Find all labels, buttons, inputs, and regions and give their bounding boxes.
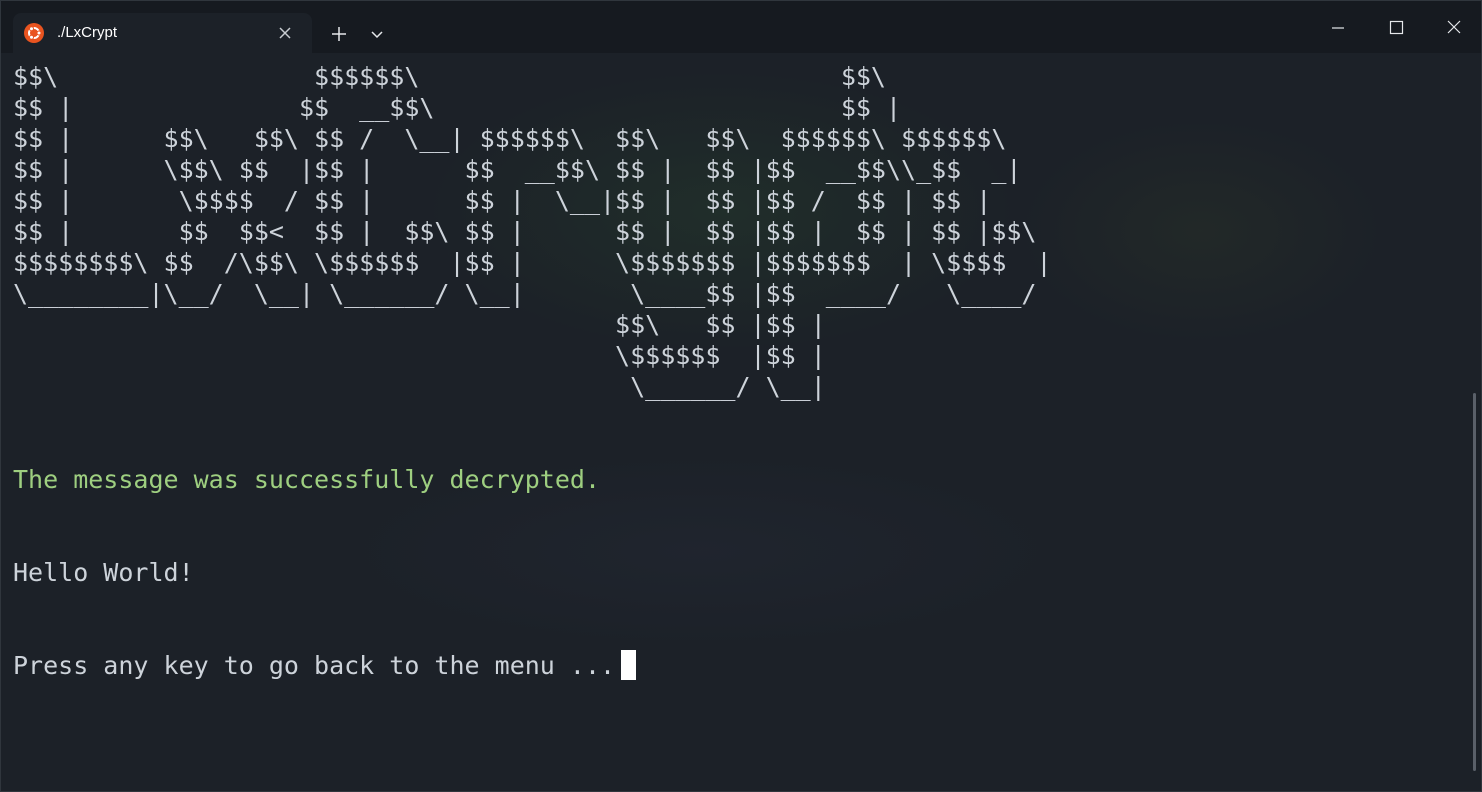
success-message: The message was successfully decrypted. <box>13 465 600 494</box>
tab-close-icon[interactable] <box>275 23 295 43</box>
maximize-icon[interactable] <box>1381 13 1411 43</box>
ubuntu-icon <box>24 23 44 43</box>
lxcrypt-ascii-banner: $$\ $$$$$$\ $$\ $$ | $$ __$$\ $$ | $$ | … <box>13 62 1052 401</box>
close-icon[interactable] <box>1439 13 1469 43</box>
title-bar: ./LxCrypt <box>1 1 1481 53</box>
text-cursor <box>621 650 637 680</box>
prompt-text: Press any key to go back to the menu ... <box>13 651 616 680</box>
prompt-line: Press any key to go back to the menu ... <box>13 650 637 681</box>
chevron-down-icon[interactable] <box>365 21 389 47</box>
new-tab-plus-icon[interactable] <box>326 21 352 47</box>
terminal-output[interactable]: $$\ $$$$$$\ $$\ $$ | $$ __$$\ $$ | $$ | … <box>1 53 1473 791</box>
decrypted-message: Hello World! <box>13 558 194 587</box>
terminal-window: ./LxCrypt $$\ $$$$$$\ $$\ $$ | $$ __$$\ … <box>0 0 1482 792</box>
scrollbar[interactable] <box>1473 393 1476 771</box>
minimize-icon[interactable] <box>1323 13 1353 43</box>
tab-lxcrypt[interactable]: ./LxCrypt <box>13 13 312 53</box>
tab-title: ./LxCrypt <box>57 24 118 41</box>
